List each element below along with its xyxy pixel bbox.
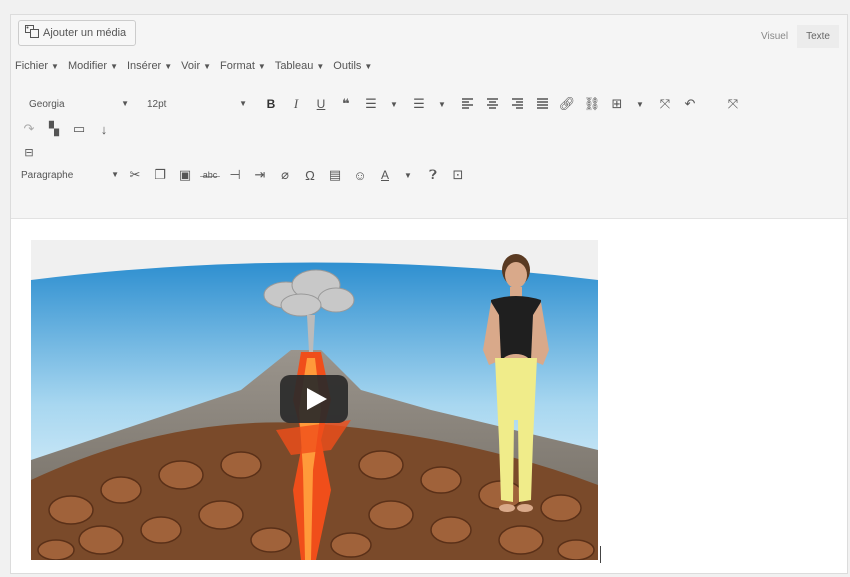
- media-icon: [25, 25, 39, 41]
- paragraph-format-value: Paragraphe: [21, 169, 74, 181]
- font-family-select[interactable]: Georgia ▼: [23, 95, 135, 113]
- eraser-icon[interactable]: ⌀: [275, 165, 295, 185]
- menu-file-label: Fichier: [15, 60, 49, 72]
- numbered-list-icon[interactable]: ☰: [409, 94, 429, 114]
- toolbar-row-3: ⊟: [11, 142, 847, 162]
- toolbar-row-1: Georgia ▼ 12pt ▼ B I U ❝ ☰ ▼ ☰ ▼ 🔗︎ ⛓︎ ⊞…: [11, 92, 847, 116]
- chevron-down-icon[interactable]: ▼: [384, 94, 404, 114]
- indent-icon[interactable]: ⇥: [250, 165, 270, 185]
- table-icon[interactable]: ⊞: [607, 94, 627, 114]
- chevron-down-icon: ▼: [111, 170, 119, 179]
- help-icon[interactable]: ❓︎: [423, 165, 443, 185]
- chevron-down-icon: ▼: [110, 62, 118, 71]
- menu-format-label: Format: [220, 60, 255, 72]
- underline-button[interactable]: U: [311, 94, 331, 114]
- menu-view-label: Voir: [181, 60, 201, 72]
- toolbar-row-2: ↷ ▚ ▭ ↓: [11, 118, 847, 140]
- align-center-icon[interactable]: [482, 94, 502, 114]
- copy-icon[interactable]: ❐: [150, 165, 170, 185]
- tab-text[interactable]: Texte: [797, 25, 839, 48]
- menu-insert-label: Insérer: [126, 60, 162, 72]
- fullscreen-icon[interactable]: ⤧: [655, 94, 675, 114]
- chevron-down-icon[interactable]: ▼: [630, 94, 650, 114]
- align-right-icon[interactable]: [507, 94, 527, 114]
- blockquote-icon[interactable]: ❝: [336, 94, 356, 114]
- page-break-icon[interactable]: ⊟: [19, 142, 39, 162]
- text-cursor: [600, 546, 601, 563]
- chevron-down-icon: ▼: [364, 62, 373, 71]
- tab-visual[interactable]: Visuel: [752, 25, 797, 48]
- chevron-down-icon: ▼: [239, 99, 247, 108]
- undo-icon[interactable]: ↶: [680, 94, 700, 114]
- menu-view[interactable]: Voir ▼: [181, 60, 211, 72]
- embedded-video[interactable]: [31, 240, 598, 561]
- chevron-down-icon: ▼: [203, 62, 212, 71]
- menu-insert[interactable]: Insérer ▼: [127, 60, 172, 72]
- menu-edit-label: Modifier: [67, 60, 108, 72]
- menu-table[interactable]: Tableau ▼: [275, 60, 324, 72]
- menu-file[interactable]: Fichier ▼: [15, 60, 59, 72]
- chevron-down-icon[interactable]: ▼: [398, 165, 418, 185]
- horizontal-line-icon[interactable]: ⊣: [225, 165, 245, 185]
- special-block-icon[interactable]: ▤: [325, 165, 345, 185]
- emoji-icon[interactable]: ☺: [350, 165, 370, 185]
- paste-icon[interactable]: ▣: [175, 165, 195, 185]
- font-size-value: 12pt: [147, 98, 167, 110]
- toolbar-row-4: Paragraphe ▼ ✂ ❐ ▣ ̶a̶b̶c̶ ⊣ ⇥ ⌀ Ω ▤ ☺ A…: [11, 163, 847, 187]
- font-size-select[interactable]: 12pt ▼: [141, 95, 253, 113]
- media-embed-icon[interactable]: ▭: [69, 119, 89, 139]
- menu-table-label: Tableau: [274, 60, 314, 72]
- distraction-free-icon[interactable]: ⤧: [723, 94, 743, 114]
- bold-button[interactable]: B: [261, 94, 281, 114]
- chevron-down-icon: ▼: [257, 62, 266, 71]
- chevron-down-icon: ▼: [316, 62, 325, 71]
- video-thumbnail: [31, 240, 598, 561]
- editor-frame: Ajouter un média Visuel Texte Fichier ▼ M…: [10, 14, 848, 574]
- chevron-down-icon: ▼: [164, 62, 173, 71]
- arrow-down-icon[interactable]: ↓: [94, 119, 114, 139]
- menu-format[interactable]: Format ▼: [220, 60, 266, 72]
- editor-content[interactable]: [11, 218, 847, 573]
- chevron-down-icon[interactable]: ▼: [432, 94, 452, 114]
- editor-topbar: Ajouter un média Visuel Texte: [11, 15, 847, 55]
- add-media-button[interactable]: Ajouter un média: [18, 20, 137, 46]
- text-color-icon[interactable]: A: [375, 165, 395, 185]
- menubar: Fichier ▼ Modifier ▼ Insérer ▼ Voir ▼ Format…: [11, 55, 847, 77]
- font-family-value: Georgia: [29, 98, 65, 110]
- align-left-icon[interactable]: [457, 94, 477, 114]
- menu-tools-label: Outils: [333, 60, 362, 72]
- paste-word-icon[interactable]: ▚: [44, 119, 64, 139]
- code-icon[interactable]: ⊡: [448, 165, 468, 185]
- chevron-down-icon: ▼: [121, 99, 129, 108]
- italic-button[interactable]: I: [286, 94, 306, 114]
- chevron-down-icon: ▼: [51, 62, 59, 71]
- bullet-list-icon[interactable]: ☰: [361, 94, 381, 114]
- menu-edit[interactable]: Modifier ▼: [68, 60, 118, 72]
- paragraph-format-select[interactable]: Paragraphe ▼: [15, 166, 125, 184]
- add-media-label: Ajouter un média: [43, 27, 127, 39]
- editor-mode-tabs: Visuel Texte: [752, 25, 839, 48]
- link-icon[interactable]: 🔗︎: [557, 94, 577, 114]
- redo-icon[interactable]: ↷: [19, 119, 39, 139]
- unlink-icon[interactable]: ⛓︎: [582, 94, 602, 114]
- omega-icon[interactable]: Ω: [300, 165, 320, 185]
- align-justify-icon[interactable]: [532, 94, 552, 114]
- menu-tools[interactable]: Outils ▼: [333, 60, 372, 72]
- strikethrough-icon[interactable]: ̶a̶b̶c̶: [200, 165, 220, 185]
- cut-icon[interactable]: ✂: [125, 165, 145, 185]
